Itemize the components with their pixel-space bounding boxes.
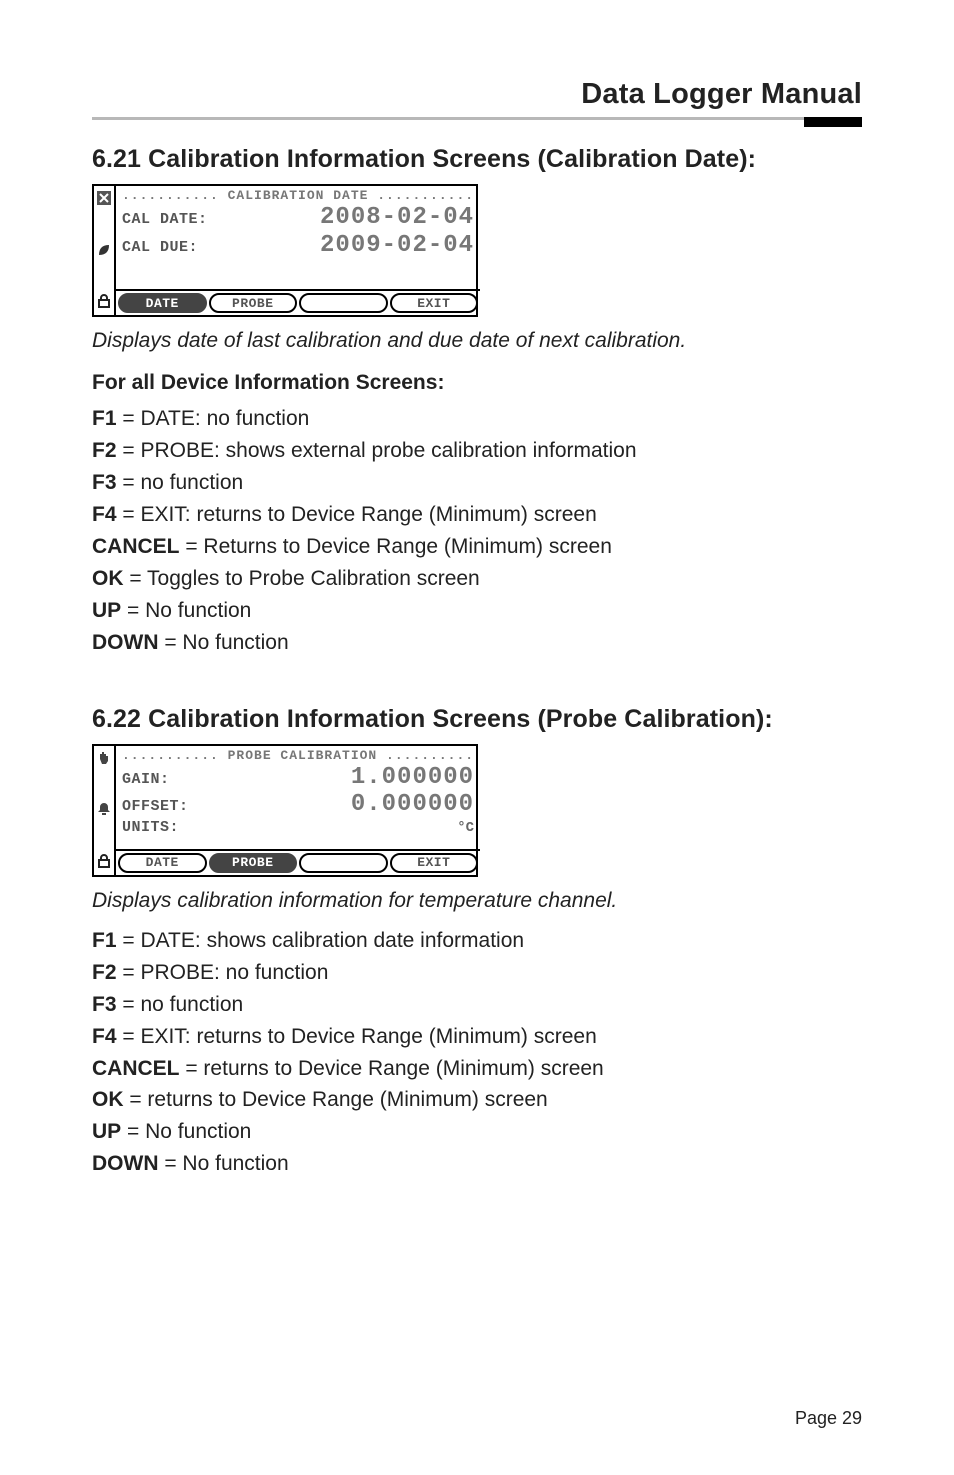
hand-icon	[94, 748, 114, 768]
key-f2-text: = PROBE: no function	[117, 961, 329, 984]
softkey-blank[interactable]	[299, 853, 388, 873]
key-up-text: = No function	[121, 1120, 251, 1143]
lcd-title: ........... PROBE CALIBRATION ..........	[116, 746, 480, 763]
lcd-softkeys: DATE PROBE EXIT	[116, 289, 480, 315]
key-down-text: = No function	[159, 631, 289, 654]
lcd-row-units: UNITS: °C	[122, 819, 474, 836]
lcd-iconbar	[94, 186, 116, 315]
key-definitions-621: F1 = DATE: no function F2 = PROBE: shows…	[92, 403, 862, 658]
key-cancel-text: = Returns to Device Range (Minimum) scre…	[180, 535, 612, 558]
key-f1: F1	[92, 407, 117, 430]
key-f2-text: = PROBE: shows external probe calibratio…	[117, 439, 637, 462]
key-down: DOWN	[92, 631, 159, 654]
key-f1-text: = DATE: no function	[117, 407, 310, 430]
lcd-label: CAL DATE:	[122, 211, 208, 228]
lcd-screen-probe-cal: ........... PROBE CALIBRATION ..........…	[92, 744, 478, 877]
softkey-exit[interactable]: EXIT	[390, 853, 479, 873]
section-621-subheading: For all Device Information Screens:	[92, 371, 862, 395]
key-definitions-622: F1 = DATE: shows calibration date inform…	[92, 925, 862, 1180]
key-f1: F1	[92, 929, 117, 952]
softkey-probe[interactable]: PROBE	[209, 293, 298, 313]
manual-title: Data Logger Manual	[92, 78, 862, 111]
lcd-title: ........... CALIBRATION DATE ...........	[116, 186, 480, 203]
key-cancel: CANCEL	[92, 1057, 180, 1080]
section-622-heading: 6.22 Calibration Information Screens (Pr…	[92, 705, 862, 734]
key-f3-text: = no function	[117, 471, 244, 494]
page-number: Page 29	[795, 1408, 862, 1429]
key-cancel-text: = returns to Device Range (Minimum) scre…	[180, 1057, 604, 1080]
lcd-row-offset: OFFSET: 0.000000	[122, 791, 474, 819]
lcd-label: CAL DUE:	[122, 239, 198, 256]
softkey-blank[interactable]	[299, 293, 388, 313]
key-f2: F2	[92, 961, 117, 984]
lcd-label: GAIN:	[122, 771, 170, 788]
key-up: UP	[92, 1120, 121, 1143]
softkey-date[interactable]: DATE	[118, 293, 207, 313]
key-down-text: = No function	[159, 1152, 289, 1175]
lcd-label: UNITS:	[122, 819, 179, 836]
key-f2: F2	[92, 439, 117, 462]
lcd-value: 0.000000	[351, 791, 474, 819]
lcd-iconbar	[94, 746, 116, 875]
key-f4: F4	[92, 503, 117, 526]
lcd-row-cal-due: CAL DUE: 2009-02-04	[122, 232, 474, 260]
lcd-value: 2009-02-04	[320, 232, 474, 260]
header-divider	[92, 117, 862, 131]
section-622-caption: Displays calibration information for tem…	[92, 887, 862, 915]
key-f3: F3	[92, 993, 117, 1016]
softkey-exit[interactable]: EXIT	[390, 293, 479, 313]
key-ok: OK	[92, 1088, 124, 1111]
section-621-caption: Displays date of last calibration and du…	[92, 327, 862, 355]
key-down: DOWN	[92, 1152, 159, 1175]
bell-icon	[94, 799, 114, 819]
key-f4: F4	[92, 1025, 117, 1048]
leaf-icon	[94, 240, 114, 260]
softkey-probe[interactable]: PROBE	[209, 853, 298, 873]
lock-icon	[94, 851, 114, 871]
key-ok-text: = returns to Device Range (Minimum) scre…	[124, 1088, 548, 1111]
key-ok-text: = Toggles to Probe Calibration screen	[124, 567, 480, 590]
key-f3: F3	[92, 471, 117, 494]
key-cancel: CANCEL	[92, 535, 180, 558]
lcd-label: OFFSET:	[122, 798, 189, 815]
x-icon	[94, 188, 114, 208]
key-f1-text: = DATE: shows calibration date informati…	[117, 929, 525, 952]
lcd-value: 2008-02-04	[320, 204, 474, 232]
key-up-text: = No function	[121, 599, 251, 622]
lcd-row-cal-date: CAL DATE: 2008-02-04	[122, 204, 474, 232]
lock-icon	[94, 291, 114, 311]
lcd-value: °C	[457, 820, 474, 836]
section-621-heading: 6.21 Calibration Information Screens (Ca…	[92, 145, 862, 174]
lcd-softkeys: DATE PROBE EXIT	[116, 849, 480, 875]
key-f4-text: = EXIT: returns to Device Range (Minimum…	[117, 503, 597, 526]
key-f3-text: = no function	[117, 993, 244, 1016]
lcd-value: 1.000000	[351, 764, 474, 792]
key-ok: OK	[92, 567, 124, 590]
key-up: UP	[92, 599, 121, 622]
lcd-screen-cal-date: ........... CALIBRATION DATE ...........…	[92, 184, 478, 317]
lcd-row-gain: GAIN: 1.000000	[122, 764, 474, 792]
key-f4-text: = EXIT: returns to Device Range (Minimum…	[117, 1025, 597, 1048]
softkey-date[interactable]: DATE	[118, 853, 207, 873]
